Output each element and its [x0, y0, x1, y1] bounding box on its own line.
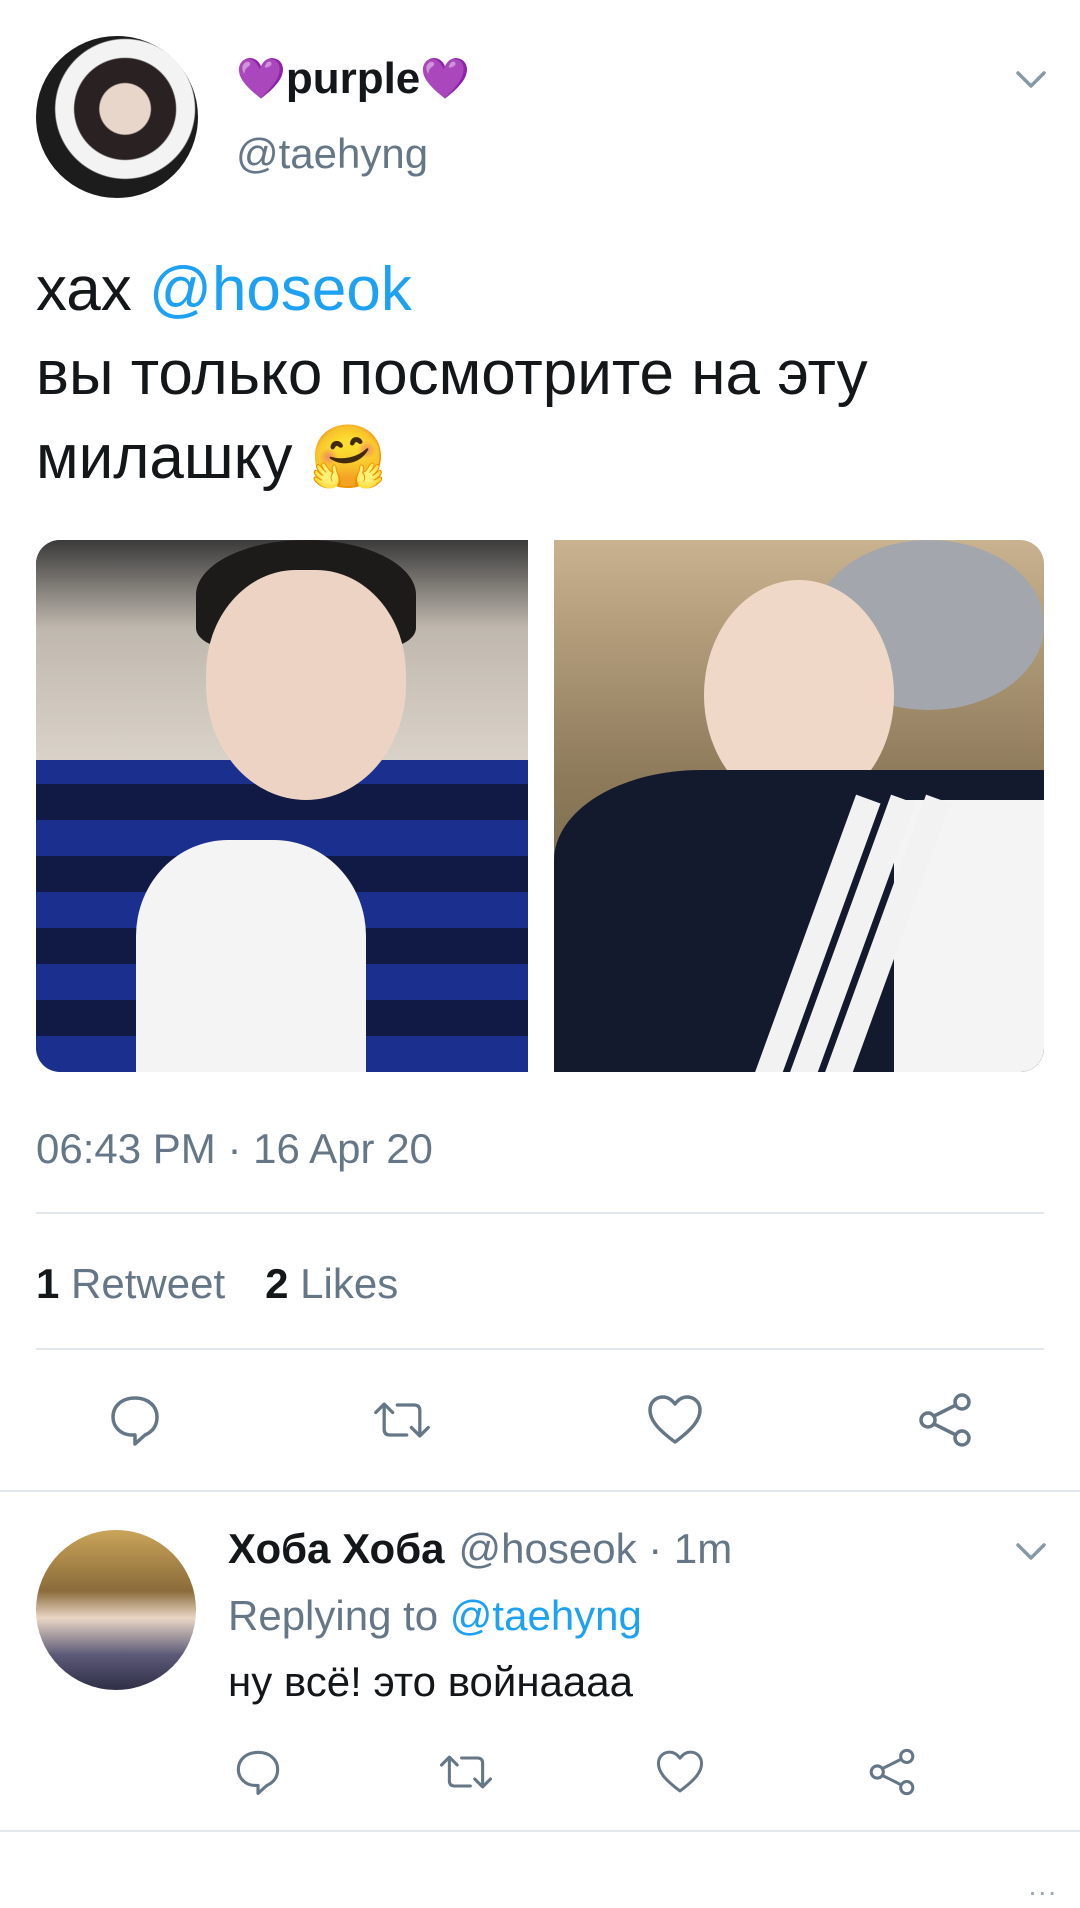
photo-face [206, 570, 406, 800]
replying-to-line: Replying to @taehyng [228, 1592, 642, 1639]
author-handle[interactable]: @taehyng [236, 130, 428, 178]
tweet-timestamp[interactable]: 06:43 PM · 16 Apr 20 [36, 1125, 433, 1173]
share-button[interactable] [915, 1390, 975, 1450]
retweet-icon [374, 1402, 430, 1438]
replying-to-link[interactable]: @taehyng [450, 1592, 642, 1639]
reply-like-button[interactable] [650, 1742, 710, 1802]
author-name-text: purple [285, 54, 421, 103]
likes-stat[interactable]: 2 Likes [265, 1260, 398, 1308]
like-icon [648, 1395, 702, 1444]
reply-text: ну всё! это войнаааа [228, 1658, 633, 1705]
like-button[interactable] [645, 1390, 705, 1450]
tweet-text-line-1: хах @hoseok [36, 255, 412, 324]
photo-shirt [136, 840, 366, 1072]
share-icon [869, 1748, 915, 1796]
reply-icon [111, 1396, 159, 1446]
purple-heart-icon: 💜 [236, 57, 286, 101]
tweet-stats: 1 Retweet 2 Likes [36, 1260, 398, 1308]
section-divider [0, 1830, 1080, 1832]
tweet-photo-2[interactable] [554, 540, 1044, 1072]
reply-handle-time: @hoseok · 1m [458, 1525, 733, 1572]
like-icon [656, 1750, 704, 1793]
divider [36, 1348, 1044, 1350]
tweet-text: хах @hoseok вы только посмотрите на эту … [36, 248, 1036, 500]
reply-header: Хоба Хоба @hoseok · 1m [228, 1525, 732, 1573]
section-divider [0, 1490, 1080, 1492]
reply-author-name[interactable]: Хоба Хоба [228, 1525, 445, 1573]
retweet-stat[interactable]: 1 Retweet [36, 1260, 225, 1308]
more-dots: ... [1028, 1870, 1058, 1901]
reply-reply-button[interactable] [228, 1742, 288, 1802]
reply-icon [236, 1750, 280, 1795]
reply-button[interactable] [105, 1390, 165, 1450]
author-display-name[interactable]: 💜 purple 💜 [236, 54, 470, 104]
chevron-down-icon[interactable] [1014, 1534, 1048, 1568]
mention-link[interactable]: @hoseok [149, 255, 412, 324]
tweet-text-line-2: вы только посмотрите на эту [36, 339, 868, 408]
tweet-photo-1[interactable] [36, 540, 528, 1072]
chevron-down-icon[interactable] [1014, 62, 1048, 96]
tweet-text-line-3: милашку 🤗 [36, 423, 387, 492]
purple-heart-icon: 💜 [420, 57, 471, 101]
share-icon [919, 1393, 971, 1447]
divider [36, 1212, 1044, 1214]
author-avatar[interactable] [36, 36, 198, 198]
retweet-button[interactable] [372, 1390, 432, 1450]
retweet-icon [439, 1755, 493, 1789]
reply-share-button[interactable] [862, 1742, 922, 1802]
reply-author-avatar[interactable] [36, 1530, 196, 1690]
reply-retweet-button[interactable] [436, 1742, 496, 1802]
